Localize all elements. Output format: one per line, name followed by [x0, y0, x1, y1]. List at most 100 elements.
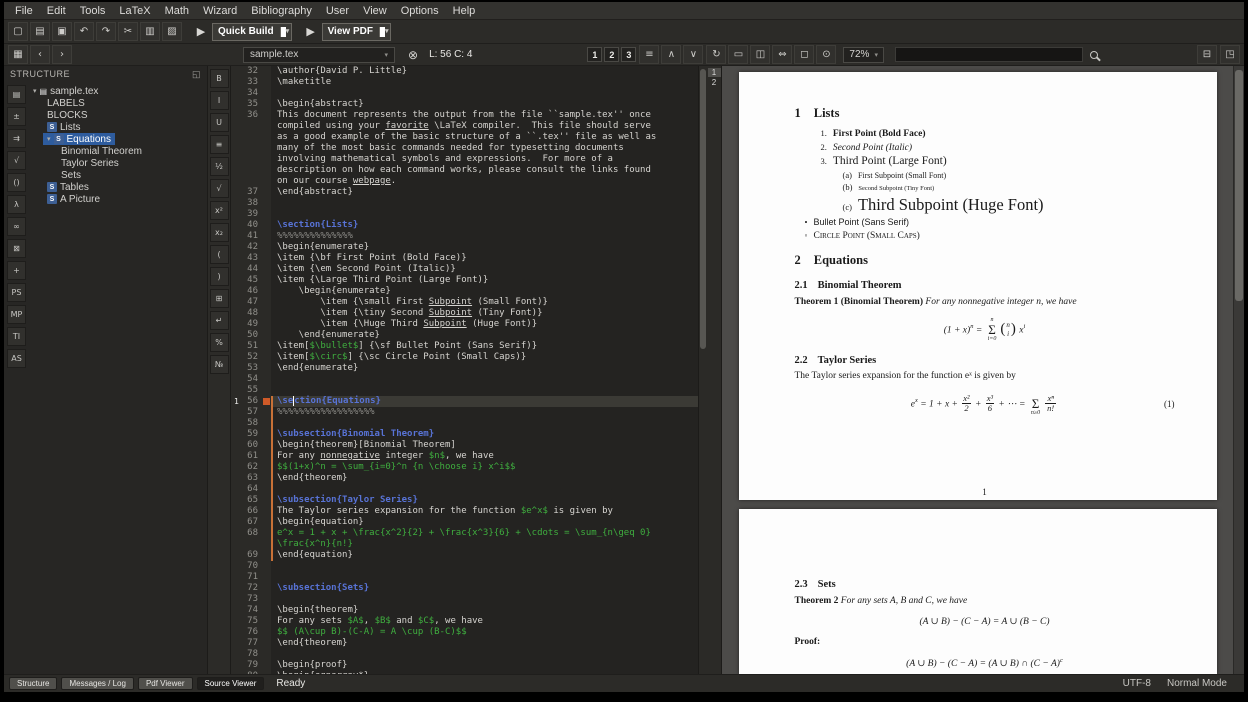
structure-item-lists[interactable]: SLists [43, 121, 85, 133]
most-used-symbols-icon[interactable]: ▤ [7, 85, 26, 104]
editor-line-60[interactable]: 60\begin{theorem}[Binomial Theorem] [231, 440, 698, 451]
editor-line-53[interactable]: 53\end{enumerate} [231, 363, 698, 374]
favourite-symbols-icon[interactable]: + [7, 261, 26, 280]
paste-icon[interactable]: ▨ [162, 22, 182, 41]
editor-line-77[interactable]: 77\end{theorem} [231, 638, 698, 649]
open-file-icon[interactable]: ▤ [30, 22, 50, 41]
pdf-scrollbar[interactable] [1233, 66, 1244, 674]
presentation-mode-icon[interactable]: ◻ [794, 45, 814, 64]
structure-item-blocks[interactable]: BLOCKS [43, 109, 92, 121]
editor-line-45[interactable]: 45\item {\Large Third Point (Large Font)… [231, 275, 698, 286]
pstricks-commands-icon[interactable]: PS [7, 283, 26, 302]
tab-pdf-viewer[interactable]: Pdf Viewer [138, 677, 193, 690]
structure-item-equations[interactable]: ▾SEquations [43, 133, 115, 145]
structure-item-taylor-series[interactable]: Taylor Series [57, 157, 123, 169]
editor-line-58[interactable]: 58 [231, 418, 698, 429]
editor-line-47[interactable]: 47 \item {\small First Subpoint (Small F… [231, 297, 698, 308]
editor-line-54[interactable]: 54 [231, 374, 698, 385]
menu-item-tools[interactable]: Tools [73, 4, 113, 18]
metapost-commands-icon[interactable]: MP [7, 305, 26, 324]
editor-line-wrap[interactable]: compiled using your favorite \LaTeX comp… [231, 121, 698, 132]
block-list-icon[interactable]: ≡ [639, 45, 659, 64]
editor-line-44[interactable]: 44\item {\em Second Point (Italic)} [231, 264, 698, 275]
editor-line-37[interactable]: 37\end{abstract} [231, 187, 698, 198]
redo-icon[interactable]: ↷ [96, 22, 116, 41]
right-delimiter-icon[interactable]: ) [210, 267, 229, 286]
editor-line-33[interactable]: 33\maketitle [231, 77, 698, 88]
editor-line-40[interactable]: 40\section{Lists} [231, 220, 698, 231]
editor-line-61[interactable]: 61For any nonnegative integer $n$, we ha… [231, 451, 698, 462]
next-document-icon[interactable]: › [52, 45, 72, 64]
editor-line-42[interactable]: 42\begin{enumerate} [231, 242, 698, 253]
fit-width-icon[interactable]: ⇔ [772, 45, 792, 64]
pdf-page-thumb-2[interactable]: 2 [708, 78, 721, 87]
editor-line-wrap[interactable]: on our course webpage. [231, 176, 698, 187]
editor-line-wrap[interactable]: description on how each command works, p… [231, 165, 698, 176]
previous-document-icon[interactable]: ‹ [30, 45, 50, 64]
editor-line-73[interactable]: 73 [231, 594, 698, 605]
structure-item-binomial-theorem[interactable]: Binomial Theorem [57, 145, 146, 157]
quick-build-run-button[interactable]: ▶ [193, 22, 209, 41]
undo-icon[interactable]: ↶ [74, 22, 94, 41]
tree-expand-icon[interactable]: ▾ [33, 87, 37, 95]
underline-icon[interactable]: U [210, 113, 229, 132]
menu-item-math[interactable]: Math [158, 4, 196, 18]
bold-icon[interactable]: B [210, 69, 229, 88]
editor-scrollbar-thumb[interactable] [700, 69, 706, 349]
editor-line-65[interactable]: 65\subsection{Taylor Series} [231, 495, 698, 506]
structure-item-tables[interactable]: STables [43, 181, 93, 193]
editor-line-57[interactable]: 57%%%%%%%%%%%%%%%%%% [231, 407, 698, 418]
editor-line-46[interactable]: 46 \begin{enumerate} [231, 286, 698, 297]
editor-line-32[interactable]: 32\author{David P. Little} [231, 66, 698, 77]
editor-line-wrap[interactable]: as a good example of the basic structure… [231, 132, 698, 143]
bookmark-3-button[interactable]: 3 [621, 47, 636, 62]
editor-line-67[interactable]: 67\begin{equation} [231, 517, 698, 528]
editor-line-79[interactable]: 79\begin{proof} [231, 660, 698, 671]
bookmark-2-button[interactable]: 2 [604, 47, 619, 62]
editor-line-wrap[interactable]: \frac{x^n}{n!} [231, 539, 698, 550]
editor-line-68[interactable]: 68e^x = 1 + x + \frac{x^2}{2} + \frac{x^… [231, 528, 698, 539]
greek-letters-icon[interactable]: λ [7, 195, 26, 214]
pdf-page-thumb-1[interactable]: 1 [708, 68, 721, 77]
label-icon[interactable]: № [210, 355, 229, 374]
asymptote-commands-icon[interactable]: AS [7, 349, 26, 368]
editor-line-49[interactable]: 49 \item {\Huge Third Subpoint (Huge Fon… [231, 319, 698, 330]
detach-panel-icon[interactable]: ◱ [192, 69, 201, 80]
menu-item-view[interactable]: View [356, 4, 394, 18]
editor-line-66[interactable]: 66The Taylor series expansion for the fu… [231, 506, 698, 517]
editor-line-38[interactable]: 38 [231, 198, 698, 209]
tab-messages-log[interactable]: Messages / Log [61, 677, 133, 690]
structure-item-labels[interactable]: LABELS [43, 97, 89, 109]
new-line-icon[interactable]: ↵ [210, 311, 229, 330]
view-pdf-run-button[interactable]: ▶ [303, 22, 319, 41]
editor-line-34[interactable]: 34 [231, 88, 698, 99]
editor-line-64[interactable]: 64 [231, 484, 698, 495]
comment-icon[interactable]: % [210, 333, 229, 352]
editor-line-48[interactable]: 48 \item {\tiny Second Subpoint (Tiny Fo… [231, 308, 698, 319]
detach-view-icon[interactable]: ◳ [1220, 45, 1240, 64]
next-section-icon[interactable]: ∨ [683, 45, 703, 64]
most-used-strokes-icon[interactable]: ⊠ [7, 239, 26, 258]
matrix-icon[interactable]: ⊞ [210, 289, 229, 308]
zoom-selector[interactable]: 72% ▾ [843, 47, 884, 63]
editor-lines[interactable]: 32\author{David P. Little}33\maketitle34… [231, 66, 698, 674]
save-icon[interactable]: ▣ [52, 22, 72, 41]
misc-math-symbols-icon[interactable]: √ [7, 151, 26, 170]
editor-line-78[interactable]: 78 [231, 649, 698, 660]
structure-item-sample-tex[interactable]: ▾▤sample.tex [29, 85, 102, 97]
menu-item-options[interactable]: Options [394, 4, 446, 18]
misc-symbols-icon[interactable]: ∞ [7, 217, 26, 236]
menu-item-user[interactable]: User [319, 4, 356, 18]
sidebar-toggle-icon[interactable]: ▦ [8, 45, 28, 64]
search-input[interactable] [895, 47, 1083, 62]
view-pdf-selector[interactable]: View PDF ▾ [322, 23, 391, 41]
search-icon[interactable] [1090, 51, 1098, 59]
editor-line-71[interactable]: 71 [231, 572, 698, 583]
previous-section-icon[interactable]: ∧ [661, 45, 681, 64]
subscript-icon[interactable]: x₂ [210, 223, 229, 242]
editor-line-59[interactable]: 59\subsection{Binomial Theorem} [231, 429, 698, 440]
tab-structure[interactable]: Structure [9, 677, 57, 690]
editor-line-36[interactable]: 36This document represents the output fr… [231, 110, 698, 121]
editor-line-70[interactable]: 70 [231, 561, 698, 572]
quick-build-selector[interactable]: Quick Build ▾ [212, 23, 292, 41]
